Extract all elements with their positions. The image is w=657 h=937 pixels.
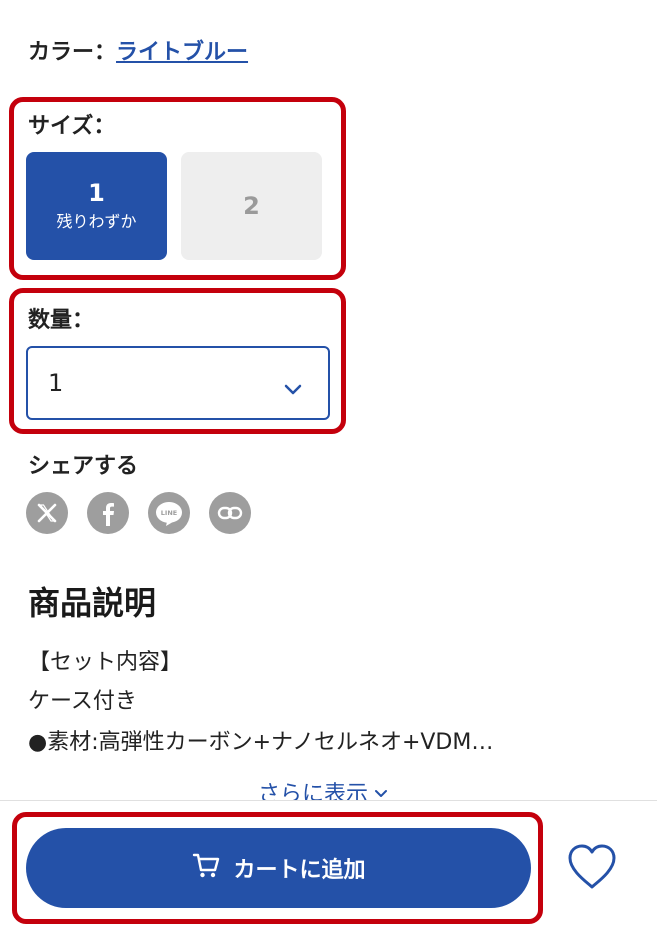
size-option-stock-note: 残りわずか bbox=[56, 212, 137, 231]
facebook-icon[interactable] bbox=[87, 492, 129, 534]
quantity-select[interactable]: 1 bbox=[26, 346, 330, 420]
size-label: サイズ： bbox=[28, 114, 116, 139]
size-option-value: 2 bbox=[243, 192, 260, 220]
size-option-value: 1 bbox=[88, 179, 105, 207]
chevron-down-icon bbox=[284, 374, 302, 402]
quantity-value: 1 bbox=[48, 369, 64, 397]
description-line: ケース付き bbox=[28, 689, 137, 714]
description-title: 商品説明 bbox=[28, 584, 157, 622]
line-icon-text: LINE bbox=[161, 509, 177, 517]
description-line: 【セット内容】 bbox=[28, 650, 183, 675]
color-row: カラー： ライトブルー bbox=[28, 34, 248, 66]
description-line: ●素材:高弾性カーボン+ナノセルネオ+VDM… bbox=[28, 730, 494, 755]
share-icons: LINE bbox=[26, 492, 251, 534]
color-value-link[interactable]: ライトブルー bbox=[116, 34, 248, 66]
add-to-cart-button[interactable]: カートに追加 bbox=[26, 828, 531, 908]
add-to-cart-label: カートに追加 bbox=[233, 858, 366, 883]
x-icon[interactable] bbox=[26, 492, 68, 534]
size-option-1[interactable]: 1 残りわずか bbox=[26, 152, 167, 260]
color-label: カラー： bbox=[28, 40, 117, 65]
quantity-label: 数量： bbox=[28, 308, 95, 333]
share-label: シェアする bbox=[28, 454, 139, 479]
size-option-2[interactable]: 2 bbox=[181, 152, 322, 260]
link-icon[interactable] bbox=[209, 492, 251, 534]
heart-icon[interactable] bbox=[566, 843, 618, 891]
line-icon[interactable]: LINE bbox=[148, 492, 190, 534]
cart-icon bbox=[191, 850, 221, 886]
